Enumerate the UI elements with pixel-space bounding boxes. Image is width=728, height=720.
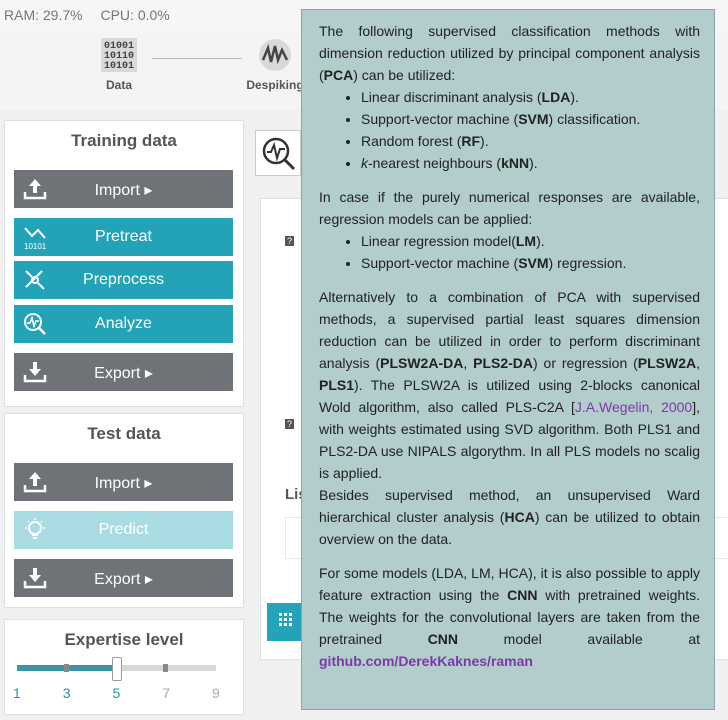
analyze-icon bbox=[262, 137, 296, 171]
list-item: k-nearest neighbours (kNN). bbox=[361, 152, 700, 174]
svg-text:10101: 10101 bbox=[104, 61, 134, 72]
help-icon[interactable]: ? bbox=[285, 236, 295, 246]
slider-thumb[interactable] bbox=[111, 657, 122, 681]
expertise-title: Expertise level bbox=[64, 630, 184, 649]
list-item: Support-vector machine (SVM) regression. bbox=[361, 252, 700, 274]
pretreat-button[interactable]: 10101 Pretreat bbox=[14, 218, 233, 256]
analyze-button[interactable]: Analyze bbox=[14, 305, 233, 343]
predict-button[interactable]: Predict bbox=[14, 511, 233, 549]
slider-tick-label: 7 bbox=[162, 685, 171, 701]
slider-tick-label: 9 bbox=[212, 685, 220, 701]
help-icon[interactable]: ? bbox=[285, 419, 295, 429]
tooltip-paragraph: For some models (LDA, LM, HCA), it is al… bbox=[319, 565, 700, 669]
classification-methods-list: Linear discriminant analysis (LDA). Supp… bbox=[319, 86, 700, 174]
training-export-label: Export ▸ bbox=[94, 365, 153, 382]
analyze-label: Analyze bbox=[95, 315, 152, 332]
ram-usage: RAM: 29.7% bbox=[4, 7, 83, 23]
sidebar: Training data Import ▸ 10101 Pretreat Pr… bbox=[0, 110, 250, 720]
training-import-label: Import ▸ bbox=[94, 182, 153, 199]
step-label: Despiking bbox=[246, 78, 304, 92]
despiking-icon bbox=[259, 39, 291, 71]
list-item: Linear discriminant analysis (LDA). bbox=[361, 86, 700, 108]
pretreat-label: Pretreat bbox=[95, 228, 152, 245]
training-export-button[interactable]: Export ▸ bbox=[14, 353, 233, 391]
test-export-button[interactable]: Export ▸ bbox=[14, 559, 233, 597]
methods-help-tooltip: The following supervised classification … bbox=[301, 9, 715, 710]
test-import-label: Import ▸ bbox=[94, 475, 153, 492]
test-data-title: Test data bbox=[87, 424, 161, 443]
github-link[interactable]: github.com/DerekKaknes/raman bbox=[319, 653, 533, 669]
wegelin-link[interactable]: J.A.Wegelin, 2000 bbox=[575, 399, 692, 415]
analyze-tab[interactable] bbox=[255, 130, 301, 176]
list-item: Support-vector machine (SVM) classificat… bbox=[361, 108, 700, 130]
training-data-panel: Training data Import ▸ 10101 Pretreat Pr… bbox=[4, 120, 244, 407]
tooltip-paragraph: Besides supervised method, an unsupervis… bbox=[319, 487, 701, 547]
list-item: Random forest (RF). bbox=[361, 130, 700, 152]
predict-label: Predict bbox=[98, 521, 149, 538]
cpu-usage: CPU: 0.0% bbox=[100, 7, 170, 23]
preprocess-label: Preprocess bbox=[83, 271, 164, 288]
slider-tick-label: 1 bbox=[13, 685, 21, 701]
tooltip-paragraph: The following supervised classification … bbox=[319, 23, 700, 83]
step-connector bbox=[152, 58, 242, 59]
test-data-panel: Test data Import ▸ Predict Export ▸ bbox=[4, 413, 244, 608]
test-import-button[interactable]: Import ▸ bbox=[14, 463, 233, 501]
training-data-title: Training data bbox=[71, 131, 177, 150]
slider-tick-label: 5 bbox=[112, 685, 121, 701]
tooltip-paragraph: Alternatively to a combination of PCA wi… bbox=[319, 289, 700, 481]
resource-stats: RAM: 29.7% CPU: 0.0% bbox=[4, 7, 184, 23]
training-import-button[interactable]: Import ▸ bbox=[14, 170, 233, 208]
step-label: Data bbox=[105, 78, 132, 92]
slider-tick bbox=[163, 664, 168, 672]
list-item: Linear regression model(LM). bbox=[361, 230, 700, 252]
binary-data-icon: 01001 10110 10101 bbox=[101, 38, 137, 72]
regression-methods-list: Linear regression model(LM). Support-vec… bbox=[319, 230, 700, 274]
test-export-label: Export ▸ bbox=[94, 571, 153, 588]
step-despiking[interactable]: Despiking bbox=[244, 38, 306, 92]
tooltip-paragraph: In case if the purely numerical response… bbox=[319, 189, 700, 227]
slider-tick bbox=[64, 664, 69, 672]
slider-tick-label: 3 bbox=[62, 685, 71, 701]
step-data[interactable]: 01001 10110 10101 Data bbox=[96, 38, 142, 92]
preprocess-button[interactable]: Preprocess bbox=[14, 261, 233, 299]
